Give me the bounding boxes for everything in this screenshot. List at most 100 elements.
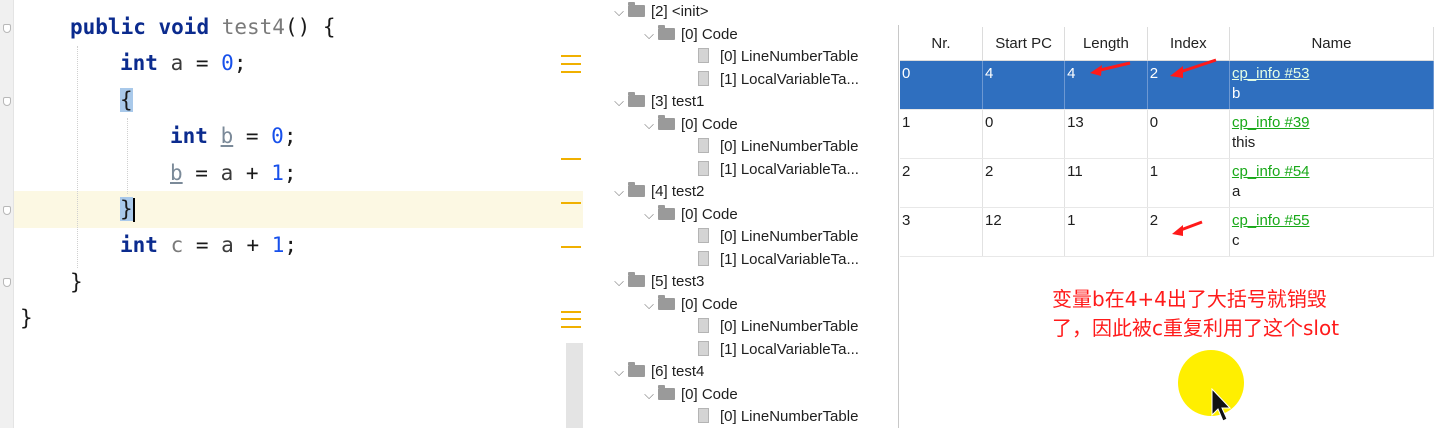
tree-folder-item[interactable]: ⌵ [2] <init>: [610, 1, 709, 23]
chevron-down-icon[interactable]: ⌵: [640, 24, 658, 46]
error-stripe-marker[interactable]: [561, 55, 581, 57]
tree-leaf-item[interactable]: [0] LineNumberTable: [698, 226, 858, 248]
tree-folder-item[interactable]: ⌵ [6] test4: [610, 361, 704, 383]
tree-item-label: [0] Code: [681, 25, 738, 43]
editor-scrollbar[interactable]: [566, 343, 583, 428]
tree-item-label: [0] LineNumberTable: [720, 318, 859, 335]
tree-item-label: [0] Code: [681, 205, 738, 223]
error-stripe-marker[interactable]: [561, 311, 581, 313]
tree-leaf-item[interactable]: [1] LocalVariableTa...: [698, 249, 859, 271]
code-line[interactable]: int a = 0;: [120, 46, 246, 80]
table-row[interactable]: 0 4 4 2 cp_info #53 b: [900, 60, 1434, 110]
code-line[interactable]: }: [20, 301, 33, 335]
cp-info-link[interactable]: cp_info #54: [1232, 163, 1433, 180]
mouse-pointer-icon: [1211, 388, 1232, 422]
code-line[interactable]: {: [120, 83, 133, 117]
tree-folder-item[interactable]: ⌵ [0] Code: [640, 114, 738, 136]
tree-item-label: [3] test1: [651, 93, 705, 110]
fold-marker-icon[interactable]: [3, 24, 11, 33]
tree-folder-item[interactable]: ⌵ [0] Code: [640, 24, 738, 46]
file-icon: [698, 138, 709, 153]
cell-length: 1: [1064, 207, 1148, 257]
cp-info-link[interactable]: cp_info #39: [1232, 114, 1433, 131]
chevron-down-icon[interactable]: ⌵: [610, 181, 628, 203]
code-line[interactable]: public void test4() {: [70, 10, 336, 44]
error-stripe-marker[interactable]: [561, 318, 581, 320]
chevron-down-icon[interactable]: ⌵: [610, 91, 628, 113]
cell-start-pc: 2: [982, 158, 1066, 208]
folder-icon: [628, 92, 645, 107]
error-stripe-marker[interactable]: [561, 246, 581, 248]
fold-marker-icon[interactable]: [3, 278, 11, 287]
cell-nr: 0: [900, 60, 984, 110]
code-token: () {: [284, 15, 336, 39]
folder-icon: [628, 182, 645, 197]
column-header-nr[interactable]: Nr.: [900, 27, 984, 61]
chevron-down-icon[interactable]: ⌵: [610, 1, 628, 23]
tree-folder-item[interactable]: ⌵ [5] test3: [610, 271, 704, 293]
code-token: ;: [233, 51, 247, 75]
code-line[interactable]: b = a + 1;: [170, 156, 297, 190]
code-token: 1: [271, 161, 284, 185]
code-token: }: [20, 306, 33, 330]
tree-leaf-item[interactable]: [1] LocalVariableTa...: [698, 69, 859, 91]
code-line[interactable]: int b = 0;: [170, 119, 296, 153]
tree-item-label: [0] LineNumberTable: [720, 408, 859, 425]
table-row[interactable]: 2 2 11 1 cp_info #54 a: [900, 158, 1434, 208]
folder-icon: [628, 362, 645, 377]
tree-item-label: [5] test3: [651, 273, 705, 290]
code-token: {: [120, 88, 133, 112]
tree-item-label: [0] LineNumberTable: [720, 48, 859, 65]
error-stripe-marker[interactable]: [561, 71, 581, 73]
code-token: int: [170, 124, 221, 148]
chevron-down-icon[interactable]: ⌵: [610, 271, 628, 293]
tree-folder-item[interactable]: ⌵ [3] test1: [610, 91, 704, 113]
tree-item-label: [6] test4: [651, 363, 705, 380]
column-header-start-pc[interactable]: Start PC: [982, 27, 1066, 61]
code-token: int: [120, 51, 171, 75]
class-structure-tree[interactable]: ⌵ [2] <init> ⌵ [0] Code [0] LineNumberTable […: [583, 0, 880, 428]
error-stripe-marker[interactable]: [561, 63, 581, 65]
fold-marker-icon[interactable]: [3, 206, 11, 215]
tree-leaf-item[interactable]: [0] LineNumberTable: [698, 136, 858, 158]
chevron-down-icon[interactable]: ⌵: [640, 204, 658, 226]
code-line[interactable]: }: [70, 265, 83, 299]
chevron-down-icon[interactable]: ⌵: [640, 294, 658, 316]
tree-item-label: [2] <init>: [651, 3, 709, 20]
chevron-down-icon[interactable]: ⌵: [640, 384, 658, 406]
chevron-down-icon[interactable]: ⌵: [640, 114, 658, 136]
cp-info-link[interactable]: cp_info #53: [1232, 65, 1433, 82]
error-stripe-marker[interactable]: [561, 326, 581, 328]
table-row[interactable]: 1 0 13 0 cp_info #39 this: [900, 109, 1434, 159]
cp-info-link[interactable]: cp_info #55: [1232, 212, 1433, 229]
tree-folder-item[interactable]: ⌵ [4] test2: [610, 181, 704, 203]
tree-item-label: [1] LocalVariableTa...: [720, 340, 859, 358]
tree-item-label: [0] Code: [681, 385, 738, 403]
error-stripe-marker[interactable]: [561, 202, 581, 204]
tree-leaf-item[interactable]: [0] LineNumberTable: [698, 316, 858, 338]
code-editor[interactable]: public void test4() {int a = 0; { int b = …: [0, 0, 583, 428]
tree-leaf-item[interactable]: [0] LineNumberTable: [698, 46, 858, 68]
tree-leaf-item[interactable]: [1] LocalVariableTa...: [698, 159, 859, 181]
tree-item-label: [1] LocalVariableTa...: [720, 70, 859, 88]
tree-leaf-item[interactable]: [1] LocalVariableTa...: [698, 339, 859, 361]
cell-nr: 1: [900, 109, 984, 159]
tree-item-label: [0] LineNumberTable: [720, 228, 859, 245]
file-icon: [698, 340, 709, 356]
tree-folder-item[interactable]: ⌵ [0] Code: [640, 294, 738, 316]
table-row[interactable]: 3 12 1 2 cp_info #55 c: [900, 207, 1434, 257]
code-line[interactable]: int c = a + 1;: [120, 228, 297, 262]
column-header-name[interactable]: Name: [1229, 27, 1434, 61]
fold-marker-icon[interactable]: [3, 97, 11, 106]
chevron-down-icon[interactable]: ⌵: [610, 361, 628, 383]
error-stripe-marker[interactable]: [561, 158, 581, 160]
tree-leaf-item[interactable]: [0] LineNumberTable: [698, 406, 858, 428]
panel-divider: [898, 25, 899, 428]
file-icon: [698, 48, 709, 63]
tree-folder-item[interactable]: ⌵ [0] Code: [640, 204, 738, 226]
column-header-length[interactable]: Length: [1064, 27, 1148, 61]
code-token: }: [70, 270, 83, 294]
tree-folder-item[interactable]: ⌵ [0] Code: [640, 384, 738, 406]
code-line[interactable]: }: [120, 192, 135, 226]
cell-name: cp_info #39 this: [1229, 109, 1434, 159]
